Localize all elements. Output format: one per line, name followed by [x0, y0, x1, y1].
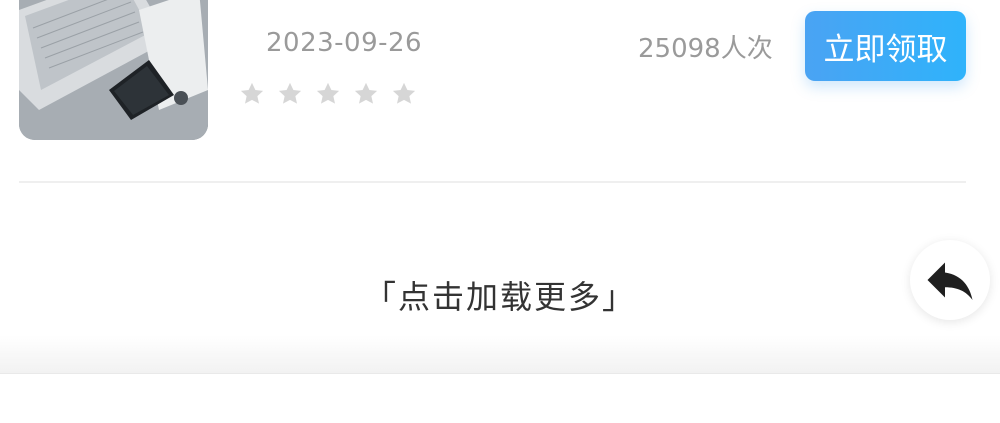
- back-button[interactable]: [910, 240, 990, 320]
- star-icon: [316, 82, 340, 104]
- star-icon: [392, 82, 416, 104]
- laptop-thumbnail[interactable]: [19, 0, 208, 140]
- star-icon: [240, 82, 264, 104]
- bottom-shadow: [0, 335, 1000, 373]
- star-icon: [354, 82, 378, 104]
- list-item[interactable]: 2023-09-26 25098人次 立即领取: [0, 0, 1000, 182]
- divider: [19, 181, 966, 183]
- bottom-bar: [0, 373, 1000, 423]
- page: 2023-09-26 25098人次 立即领取 「点击加载更多」: [0, 0, 1000, 423]
- load-more-link[interactable]: 「点击加载更多」: [0, 272, 1000, 318]
- claim-now-button[interactable]: 立即领取: [805, 11, 966, 81]
- laptop-photo-image: [19, 0, 208, 140]
- reply-arrow-icon: [927, 262, 973, 300]
- rating-stars: [238, 80, 418, 108]
- star-icon: [278, 82, 302, 104]
- view-count: 25098人次: [638, 34, 773, 64]
- publish-date: 2023-09-26: [266, 28, 423, 58]
